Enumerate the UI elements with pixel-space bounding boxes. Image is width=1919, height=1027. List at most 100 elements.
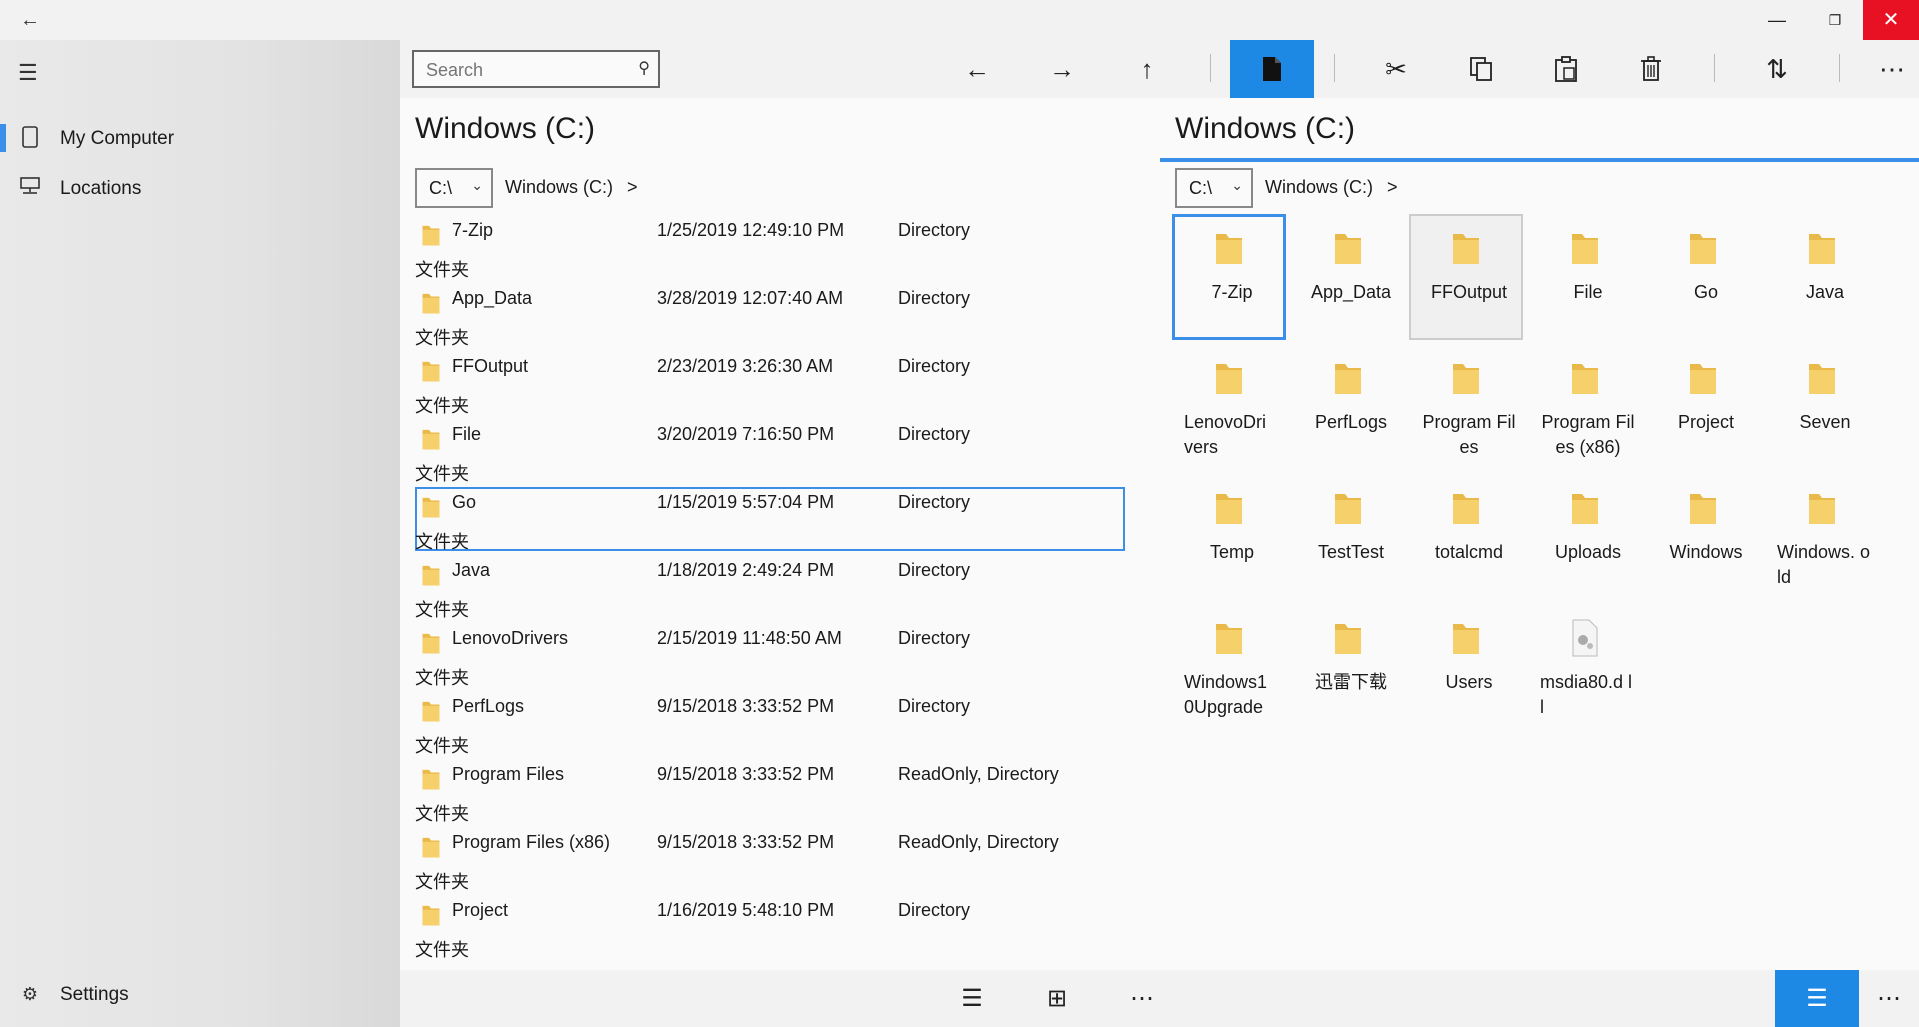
drive-selector[interactable]: C:\ ⌄ [1175,168,1253,208]
table-row[interactable]: Project 1/16/2019 5:48:10 PM Directory 文件夹 [400,894,1160,962]
file-tile[interactable]: App_Data [1291,214,1405,340]
breadcrumb[interactable]: Windows (C:) > [505,177,638,198]
forward-button[interactable]: → [1020,40,1104,98]
right-more-options-button[interactable]: ⋯ [1859,970,1919,1027]
file-tile[interactable]: Windows [1646,474,1760,600]
folder-icon [1213,228,1245,268]
tile-label: FFOutput [1430,282,1508,302]
right-pane: Windows (C:) C:\ ⌄ Windows (C:) > 7-Zip Ap… [1160,98,1919,970]
breadcrumb-item[interactable]: Windows (C:) [505,177,613,197]
file-tile[interactable]: Seven [1765,344,1879,470]
table-row[interactable]: FFOutput 2/23/2019 3:26:30 AM Directory 文件夹 [400,350,1160,418]
breadcrumb[interactable]: Windows (C:) > [1265,177,1398,198]
toolbar-divider [1334,54,1335,82]
dll-file-icon [1569,618,1601,658]
details-view-button[interactable]: ☰ [937,970,1007,1027]
more-options-button[interactable]: ⋯ [1107,970,1177,1027]
file-tile[interactable]: Java [1765,214,1879,340]
table-row[interactable]: LenovoDrivers 2/15/2019 11:48:50 AM Direct… [400,622,1160,690]
minimize-button[interactable]: — [1749,0,1805,40]
file-tile[interactable]: Windows1 0Upgrade [1172,604,1286,730]
file-tile[interactable]: LenovoDri vers [1172,344,1286,470]
file-date: 1/25/2019 12:49:10 PM [657,220,845,240]
search-box[interactable]: ⚲ [412,50,660,88]
ellipsis-icon: ⋯ [1879,54,1905,84]
breadcrumb-item[interactable]: Windows (C:) [1265,177,1373,197]
folder-icon [1332,488,1364,528]
up-button[interactable]: ↑ [1105,40,1189,98]
grid-view-button[interactable]: ⊞ [1022,970,1092,1027]
table-row[interactable]: Program Files (x86) 9/15/2018 3:33:52 PM R… [400,826,1160,894]
back-arrow-icon[interactable]: ← [14,8,46,32]
file-tile[interactable]: Windows. old [1765,474,1879,600]
file-tile[interactable]: Users [1409,604,1523,730]
file-list: 7-Zip 1/25/2019 12:49:10 PM Directory 文件夹 Ap… [400,214,1160,962]
file-type: 文件夹 [415,940,469,960]
sidebar-item-settings[interactable]: ⚙ Settings [0,972,400,1016]
sidebar-item-locations[interactable]: Locations [0,166,400,210]
file-date: 1/16/2019 5:48:10 PM [657,900,835,920]
file-date: 1/18/2019 2:49:24 PM [657,560,835,580]
file-tile[interactable]: PerfLogs [1291,344,1405,470]
file-tile[interactable]: TestTest [1291,474,1405,600]
file-type: 文件夹 [415,396,469,416]
right-pane-view-button[interactable]: ☰ [1775,970,1859,1027]
file-tile[interactable]: Uploads [1528,474,1642,600]
close-button[interactable]: ✕ [1863,0,1919,40]
file-attributes: Directory [898,356,971,376]
table-row[interactable]: File 3/20/2019 7:16:50 PM Directory 文件夹 [400,418,1160,486]
file-tile[interactable]: msdia80.d ll [1528,604,1642,730]
tile-label: Seven [1799,412,1851,432]
file-tile[interactable]: Temp [1172,474,1286,600]
paste-button[interactable] [1524,40,1608,98]
search-icon[interactable]: ⚲ [638,58,650,78]
file-tile[interactable]: File [1528,214,1642,340]
selected-indicator [0,124,6,152]
tile-label: File [1573,282,1603,302]
file-tile[interactable]: totalcmd [1409,474,1523,600]
table-row[interactable]: App_Data 3/28/2019 12:07:40 AM Directory 文件… [400,282,1160,350]
drive-selector[interactable]: C:\ ⌄ [415,168,493,208]
copy-button[interactable] [1439,40,1523,98]
toolbar-divider [1210,54,1211,82]
tile-label: LenovoDri vers [1184,412,1267,457]
file-attributes: Directory [898,424,971,444]
folder-icon [420,290,442,316]
table-row[interactable]: Program Files 9/15/2018 3:33:52 PM ReadOnl… [400,758,1160,826]
table-row[interactable]: Java 1/18/2019 2:49:24 PM Directory 文件夹 [400,554,1160,622]
restore-button[interactable]: ❐ [1807,0,1863,40]
folder-icon [420,358,442,384]
search-input[interactable] [424,56,628,84]
table-row[interactable]: PerfLogs 9/15/2018 3:33:52 PM Directory 文件夹 [400,690,1160,758]
tile-label: Users [1445,672,1493,692]
tile-label: PerfLogs [1314,412,1388,432]
file-tile[interactable]: Program Files [1409,344,1523,470]
file-tile[interactable]: Program Files (x86) [1528,344,1642,470]
more-options-button[interactable]: ⋯ [1850,40,1919,98]
hamburger-menu-icon[interactable]: ☰ [18,60,38,86]
file-tile[interactable]: 迅雷下载 [1291,604,1405,730]
file-tile[interactable]: Go [1646,214,1760,340]
file-tile[interactable]: 7-Zip [1172,214,1286,340]
file-type: 文件夹 [415,736,469,756]
file-tile[interactable]: FFOutput [1409,214,1523,340]
folder-icon [1450,228,1482,268]
arrow-right-icon: → [1049,54,1075,84]
folder-icon [1450,618,1482,658]
back-button[interactable]: ← [935,40,1019,98]
list-view-icon: ☰ [1806,985,1828,1012]
file-name: Go [452,492,477,512]
delete-button[interactable] [1609,40,1693,98]
file-attributes: Directory [898,628,971,648]
table-row[interactable]: Go 1/15/2019 5:57:04 PM Directory 文件夹 [400,486,1160,554]
cut-button[interactable]: ✂ [1354,40,1438,98]
sort-button[interactable]: ⇅ [1735,40,1819,98]
new-file-button[interactable] [1230,40,1314,98]
new-file-icon [1263,57,1281,81]
file-attributes: Directory [898,220,971,240]
table-row[interactable]: 7-Zip 1/25/2019 12:49:10 PM Directory 文件夹 [400,214,1160,282]
file-tile[interactable]: Project [1646,344,1760,470]
ellipsis-icon: ⋯ [1130,985,1154,1012]
sidebar-item-my-computer[interactable]: My Computer [0,116,400,160]
clipboard-icon [1555,56,1577,82]
